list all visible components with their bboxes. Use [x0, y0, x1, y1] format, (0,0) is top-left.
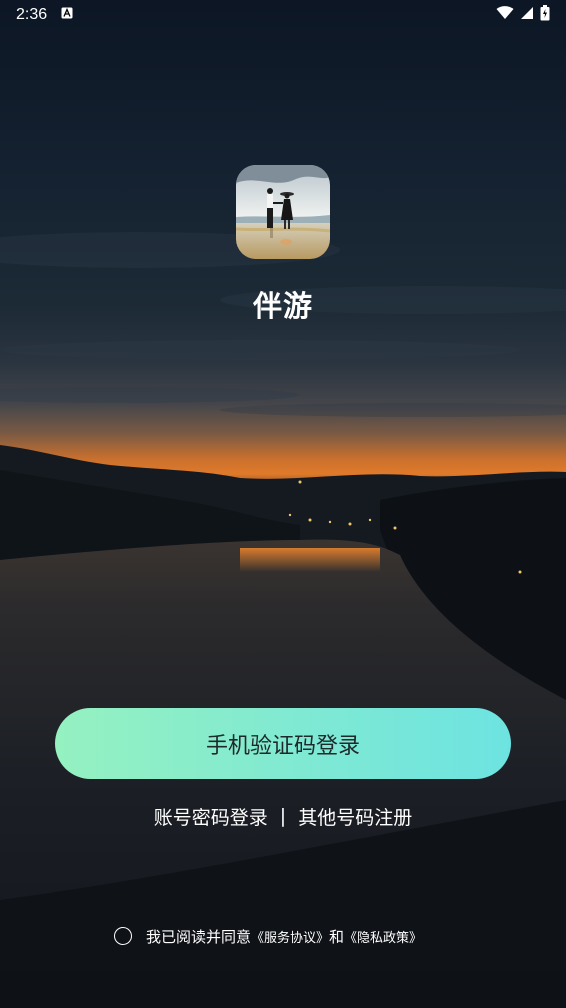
signal-icon [520, 6, 534, 25]
background-landscape [0, 0, 566, 1008]
privacy-policy-link[interactable]: 《隐私政策》 [344, 927, 422, 946]
alternate-login-links: 账号密码登录 | 其他号码注册 [0, 801, 566, 831]
password-login-link[interactable]: 账号密码登录 [154, 803, 268, 830]
agreement-row: 我已阅读并同意 《服务协议》 和 《隐私政策》 [114, 924, 422, 948]
wifi-icon [496, 5, 514, 25]
battery-charging-icon [540, 4, 550, 26]
register-link[interactable]: 其他号码注册 [298, 803, 412, 830]
agreement-and: 和 [329, 927, 345, 946]
status-time: 2:36 [16, 6, 48, 23]
agreement-prefix: 我已阅读并同意 [146, 927, 252, 946]
app-logo-image [236, 165, 330, 259]
status-bar: 2:36 [0, 0, 566, 30]
sms-login-button[interactable]: 手机验证码登录 [55, 708, 511, 779]
app-name: 伴游 [252, 289, 313, 323]
a-square-icon [61, 6, 73, 24]
link-separator: | [279, 805, 287, 827]
service-agreement-link[interactable]: 《服务协议》 [251, 927, 329, 946]
agreement-radio[interactable] [114, 927, 132, 945]
